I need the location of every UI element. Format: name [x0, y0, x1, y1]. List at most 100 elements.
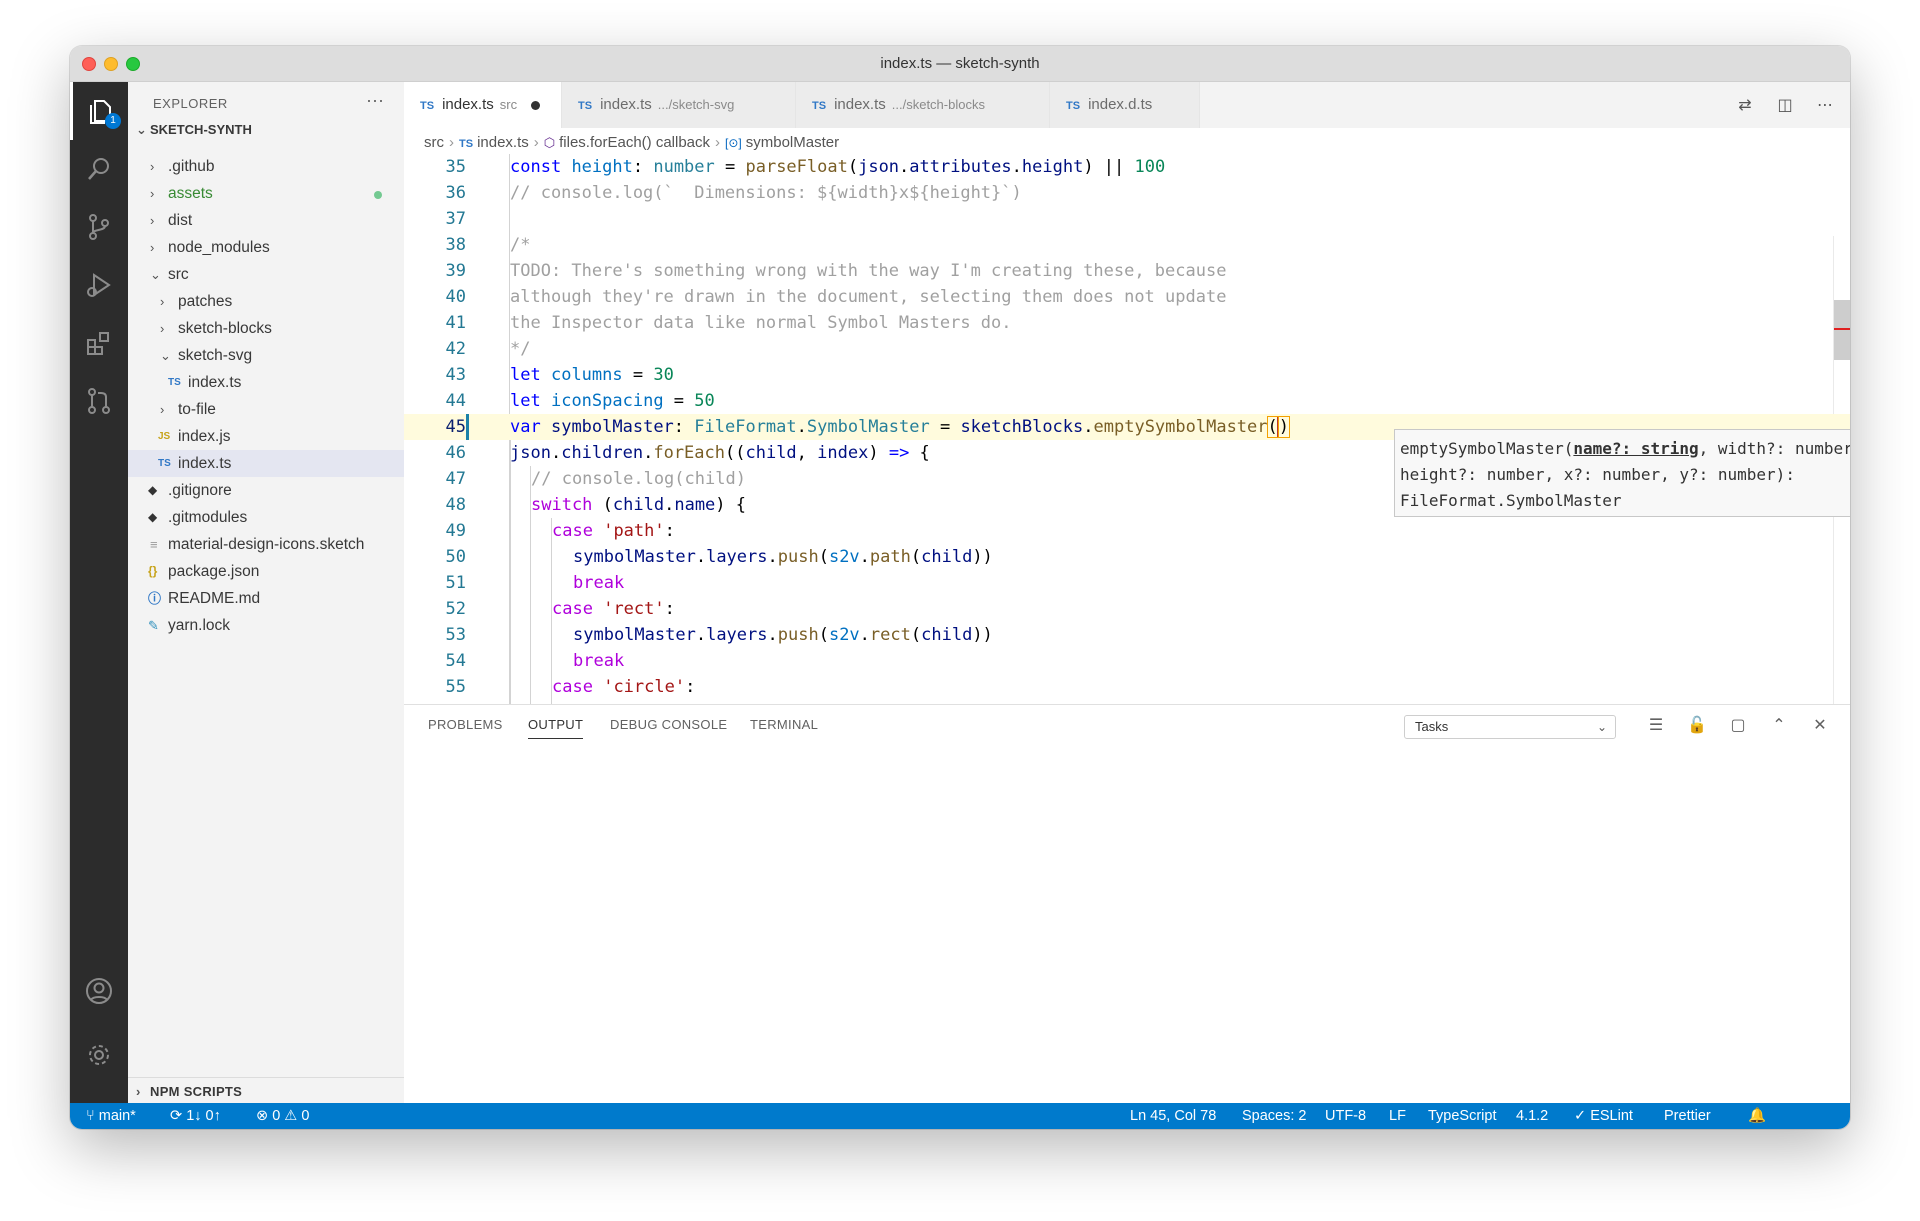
chevron-right-icon: ›	[150, 159, 155, 174]
chevron-down-icon: ⌄	[136, 122, 147, 137]
search-activity[interactable]	[70, 140, 128, 198]
tree-item-src[interactable]: ⌄ src	[128, 261, 404, 288]
breadcrumb-item[interactable]: index.ts	[477, 134, 529, 151]
tree-item-patches[interactable]: › patches	[128, 288, 404, 315]
output-channel-select[interactable]: Tasks ⌄	[1404, 715, 1616, 739]
tree-item-gitmodules[interactable]: ◆ .gitmodules	[128, 504, 404, 531]
cursor-position-status[interactable]: Ln 45, Col 78	[1130, 1103, 1216, 1129]
tree-item-index-ts[interactable]: TS index.ts	[128, 450, 404, 477]
tree-item-sketch-svg-index-ts[interactable]: TS index.ts	[128, 369, 404, 396]
prettier-status[interactable]: Prettier	[1664, 1103, 1711, 1129]
sync-label: 1↓ 0↑	[186, 1108, 221, 1124]
tab-problems[interactable]: PROBLEMS	[428, 717, 503, 732]
tab-index-ts-src[interactable]: TS index.ts src	[404, 82, 562, 128]
chevron-right-icon: ›	[150, 213, 155, 228]
source-control-activity[interactable]	[70, 198, 128, 256]
editor-area: TS index.ts src TS index.ts .../sketch-svg T…	[404, 82, 1850, 1103]
tree-item-gitignore[interactable]: ◆ .gitignore	[128, 477, 404, 504]
hover-text: , width?: number,	[1698, 439, 1850, 458]
code-line: 38 /*	[404, 232, 1850, 258]
lock-scroll-icon[interactable]: 🔓	[1685, 713, 1709, 737]
tree-item-label: index.js	[178, 428, 231, 445]
tree-item-dist[interactable]: › dist	[128, 207, 404, 234]
workspace-folder-label: SKETCH-SYNTH	[150, 122, 252, 137]
open-changes-icon[interactable]: ⇄	[1734, 94, 1756, 116]
tree-item-node-modules[interactable]: › node_modules	[128, 234, 404, 261]
open-log-icon[interactable]: ▢	[1726, 713, 1750, 737]
accounts-activity[interactable]	[70, 962, 128, 1020]
tab-label: index.ts	[442, 96, 494, 113]
eslint-status[interactable]: ✓ ESLint	[1574, 1103, 1633, 1129]
tab-index-ts-sketch-blocks[interactable]: TS index.ts .../sketch-blocks	[796, 82, 1050, 128]
activity-bar: 1	[70, 82, 128, 1103]
warning-count: 0	[301, 1108, 310, 1124]
title-bar: index.ts — sketch-synth	[70, 46, 1850, 82]
line-number: 44	[445, 391, 466, 411]
line-number: 39	[445, 261, 466, 281]
line-number: 54	[445, 651, 466, 671]
clear-output-icon[interactable]: ☰	[1644, 713, 1668, 737]
minimap-slider[interactable]	[1834, 300, 1850, 360]
tree-item-label: sketch-svg	[178, 347, 253, 364]
tree-item-sketch-file[interactable]: ≡ material-design-icons.sketch	[128, 531, 404, 558]
tree-item-index-js[interactable]: JS index.js	[128, 423, 404, 450]
variable-icon: [⊙]	[725, 136, 742, 150]
git-branch-status[interactable]: ⑂ main*	[86, 1103, 136, 1129]
npm-scripts-section[interactable]: › NPM SCRIPTS	[136, 1084, 242, 1099]
code-line: 41 the Inspector data like normal Symbol …	[404, 310, 1850, 336]
breadcrumb-item[interactable]: src	[424, 134, 444, 151]
tab-terminal[interactable]: TERMINAL	[750, 717, 818, 732]
close-panel-icon[interactable]: ✕	[1808, 713, 1832, 737]
run-debug-activity[interactable]	[70, 256, 128, 314]
manage-activity[interactable]	[70, 1026, 128, 1084]
tab-index-ts-sketch-svg[interactable]: TS index.ts .../sketch-svg	[562, 82, 796, 128]
code-text: symbolMaster.layers.push(s2v.path(child)…	[573, 547, 993, 567]
code-text: case 'rect':	[552, 599, 675, 619]
vscode-window: index.ts — sketch-synth 1 EXPLORER ··· ⌄…	[70, 46, 1850, 1129]
sync-status[interactable]: ⟳ 1↓ 0↑	[170, 1103, 221, 1129]
problems-status[interactable]: ⊗ 0 ⚠ 0	[256, 1103, 309, 1129]
code-editor[interactable]: 35 const height: number = parseFloat(json…	[404, 154, 1850, 704]
maximize-panel-icon[interactable]: ⌃	[1767, 713, 1791, 737]
tree-item-readme[interactable]: ⓘ README.md	[128, 585, 404, 612]
tab-index-d-ts[interactable]: TS index.d.ts	[1050, 82, 1200, 128]
json-icon: {}	[148, 564, 158, 578]
tree-item-package-json[interactable]: {} package.json	[128, 558, 404, 585]
tree-item-to-file[interactable]: › to-file	[128, 396, 404, 423]
explorer-activity[interactable]: 1	[70, 82, 128, 140]
tree-item-sketch-blocks[interactable]: › sketch-blocks	[128, 315, 404, 342]
unsaved-dot-icon[interactable]	[531, 100, 541, 110]
workspace-folder[interactable]: ⌄ SKETCH-SYNTH	[136, 122, 252, 138]
branch-icon: ⑂	[86, 1108, 99, 1124]
tree-item-label: patches	[178, 293, 233, 310]
ts-version-status[interactable]: 4.1.2	[1516, 1103, 1548, 1129]
editor-tabs: TS index.ts src TS index.ts .../sketch-svg T…	[404, 82, 1850, 128]
extensions-activity[interactable]	[70, 314, 128, 372]
breadcrumb-item[interactable]: symbolMaster	[746, 134, 839, 151]
breadcrumb-item[interactable]: files.forEach() callback	[559, 134, 710, 151]
tree-item-assets[interactable]: › assets	[128, 180, 404, 207]
tree-item-yarn-lock[interactable]: ✎ yarn.lock	[128, 612, 404, 639]
notifications-bell-icon[interactable]: 🔔	[1748, 1103, 1766, 1129]
tree-item-github[interactable]: › .github	[128, 153, 404, 180]
split-editor-icon[interactable]: ◫	[1774, 94, 1796, 116]
typescript-icon: TS	[158, 458, 171, 469]
language-status[interactable]: TypeScript	[1428, 1103, 1497, 1129]
more-actions-button[interactable]: ···	[366, 90, 384, 111]
more-actions-icon[interactable]: ⋯	[1814, 94, 1836, 116]
code-comment: */	[510, 339, 531, 359]
tab-debug-console[interactable]: DEBUG CONSOLE	[610, 717, 727, 732]
eol-status[interactable]: LF	[1389, 1103, 1406, 1129]
tree-item-sketch-svg[interactable]: ⌄ sketch-svg	[128, 342, 404, 369]
source-control-icon	[89, 214, 109, 240]
code-line: 39 TODO: There's something wrong with the…	[404, 258, 1850, 284]
code-comment: TODO: There's something wrong with the w…	[510, 261, 1227, 281]
pull-requests-activity[interactable]	[70, 372, 128, 430]
code-text: json.children.forEach((child, index) => …	[510, 443, 930, 463]
indentation-status[interactable]: Spaces: 2	[1242, 1103, 1307, 1129]
line-number: 38	[445, 235, 466, 255]
encoding-status[interactable]: UTF-8	[1325, 1103, 1366, 1129]
code-line: 55 case 'circle':	[404, 674, 1850, 700]
tab-output[interactable]: OUTPUT	[528, 717, 584, 739]
code-comment: // console.log(` Dimensions: ${width}x${…	[510, 183, 1022, 203]
